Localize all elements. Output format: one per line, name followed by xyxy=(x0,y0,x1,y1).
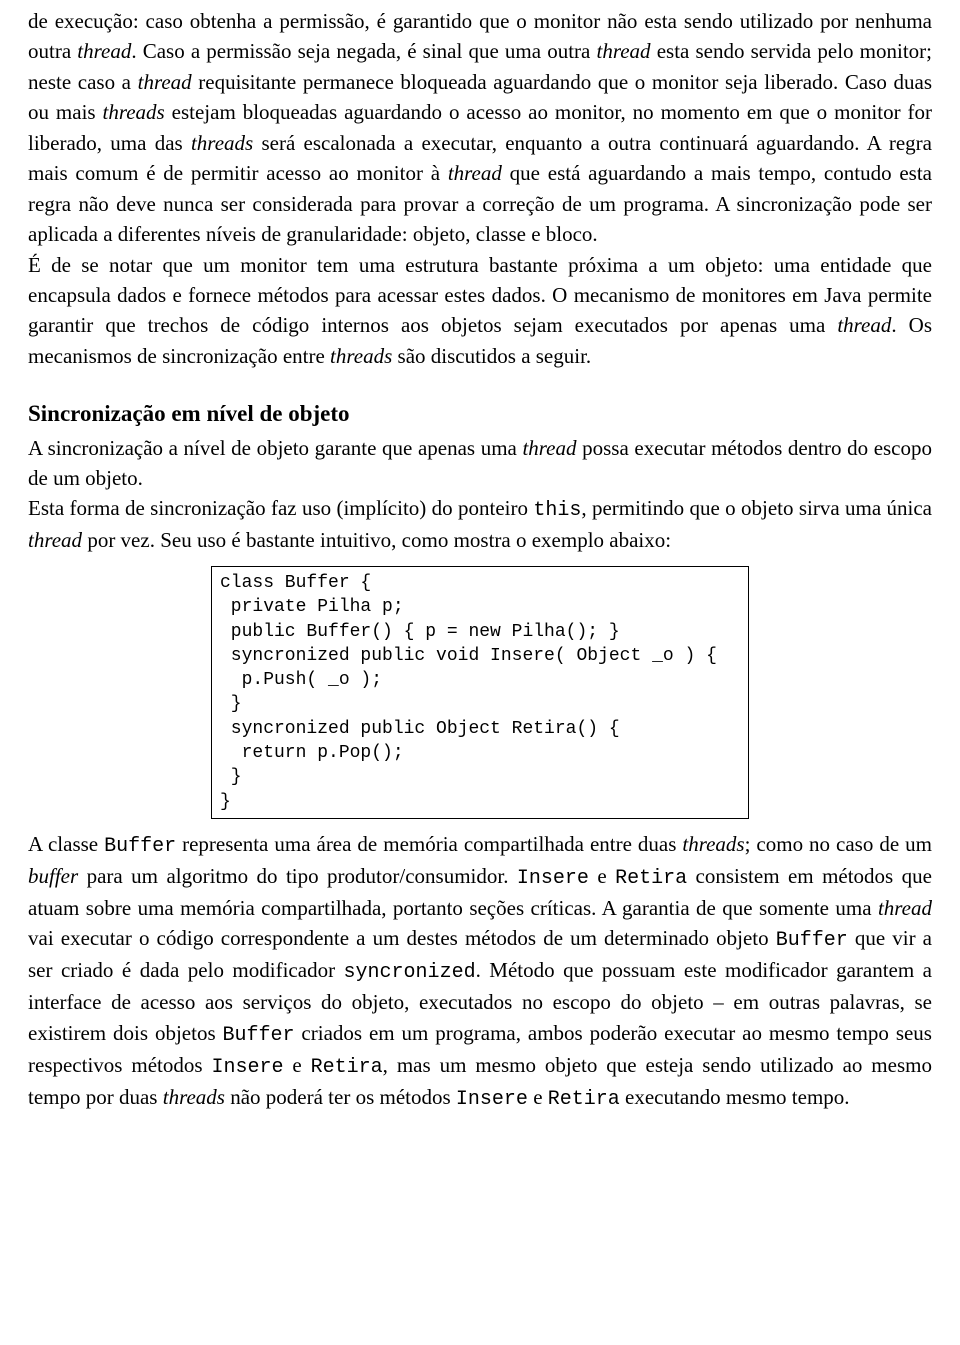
paragraph-5: A classe Buffer representa uma área de m… xyxy=(28,829,932,1114)
code-text: class Buffer { private Pilha p; public B… xyxy=(220,571,740,814)
paragraph-2: É de se notar que um monitor tem uma est… xyxy=(28,250,932,372)
section-heading: Sincronização em nível de objeto xyxy=(28,397,932,430)
paragraph-1: de execução: caso obtenha a permissão, é… xyxy=(28,6,932,250)
code-example-wrap: class Buffer { private Pilha p; public B… xyxy=(28,566,932,819)
paragraph-4: Esta forma de sincronização faz uso (imp… xyxy=(28,493,932,555)
paragraph-3: A sincronização a nível de objeto garant… xyxy=(28,433,932,494)
code-example: class Buffer { private Pilha p; public B… xyxy=(211,566,749,819)
document-page: de execução: caso obtenha a permissão, é… xyxy=(0,0,960,1134)
